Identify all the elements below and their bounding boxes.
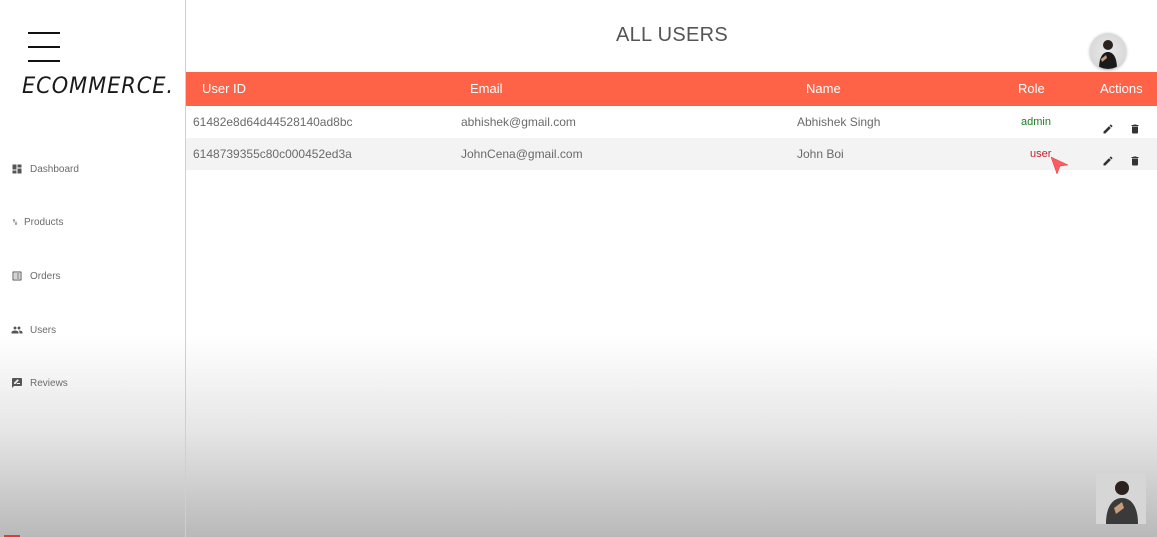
sidebar-item-label: Dashboard	[30, 163, 79, 175]
mouse-cursor-icon	[1049, 155, 1069, 175]
delete-icon[interactable]	[1129, 115, 1141, 134]
dashboard-icon	[11, 163, 23, 175]
email-cell: JohnCena@gmail.com	[461, 147, 583, 161]
sidebar-item-products[interactable]: Products	[11, 214, 63, 230]
import-export-icon	[11, 216, 19, 228]
table-row: 6148739355c80c000452ed3a JohnCena@gmail.…	[186, 138, 1157, 170]
page-title: ALL USERS	[615, 24, 728, 46]
name-cell: John Boi	[797, 147, 844, 161]
profile-photo-icon	[1099, 40, 1117, 69]
name-cell: Abhishek Singh	[797, 115, 881, 129]
column-header-user-id[interactable]: User ID	[202, 72, 246, 106]
table-row: 61482e8d64d44528140ad8bc abhishek@gmail.…	[186, 106, 1157, 138]
people-icon	[11, 324, 23, 336]
email-cell: abhishek@gmail.com	[461, 115, 576, 129]
rate-review-icon	[11, 377, 23, 389]
menu-icon[interactable]	[28, 32, 60, 62]
column-header-email[interactable]: Email	[470, 72, 503, 106]
webcam-overlay	[1096, 474, 1146, 524]
users-table: User ID Email Name Role Actions 61482e8d…	[186, 72, 1157, 170]
page: ECOMMERCE. Dashboard Products Orders Use…	[0, 0, 1157, 537]
edit-icon[interactable]	[1102, 115, 1114, 134]
column-header-actions[interactable]: Actions	[1100, 72, 1143, 106]
user-id-cell: 6148739355c80c000452ed3a	[193, 147, 352, 161]
sidebar: ECOMMERCE. Dashboard Products Orders Use…	[0, 0, 186, 537]
sidebar-item-label: Users	[30, 324, 57, 336]
table-header: User ID Email Name Role Actions	[186, 72, 1157, 106]
presenter-photo-icon	[1096, 474, 1146, 524]
edit-icon[interactable]	[1102, 147, 1114, 166]
role-cell: admin	[1021, 116, 1051, 128]
column-header-name[interactable]: Name	[806, 72, 841, 106]
sidebar-item-label: Reviews	[30, 377, 68, 389]
list-alt-icon	[11, 270, 23, 282]
avatar[interactable]	[1090, 33, 1126, 69]
sidebar-item-dashboard[interactable]: Dashboard	[11, 161, 79, 177]
sidebar-item-reviews[interactable]: Reviews	[11, 375, 68, 391]
column-header-role[interactable]: Role	[1018, 72, 1045, 106]
sidebar-item-orders[interactable]: Orders	[11, 268, 61, 284]
sidebar-item-label: Orders	[30, 270, 61, 282]
sidebar-item-users[interactable]: Users	[11, 322, 56, 338]
user-id-cell: 61482e8d64d44528140ad8bc	[193, 115, 353, 129]
delete-icon[interactable]	[1129, 147, 1141, 166]
logo[interactable]: ECOMMERCE.	[22, 74, 174, 99]
sidebar-item-label: Products	[24, 216, 64, 228]
